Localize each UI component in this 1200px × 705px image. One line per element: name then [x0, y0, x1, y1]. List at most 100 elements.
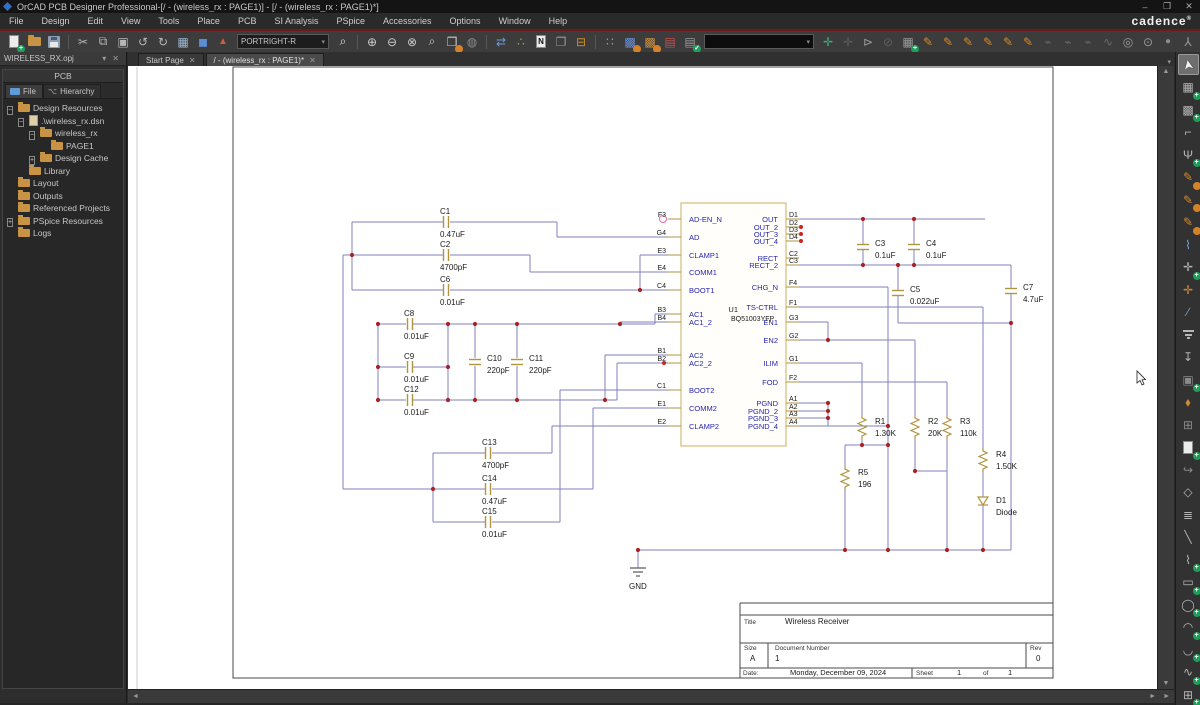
tree-item-outputs[interactable]: Outputs [5, 189, 123, 203]
select-cursor-icon[interactable]: ➤ [1177, 54, 1199, 75]
place-part-db-icon[interactable]: ▩ + [1178, 99, 1200, 122]
drc-warning-icon[interactable]: ▲ [214, 33, 232, 51]
ghost-tool-icon[interactable]: ✛ [839, 33, 857, 51]
panel-tab-file[interactable]: File [5, 84, 43, 98]
scroll-right-arrow[interactable]: ► [1149, 693, 1156, 700]
tree-item-wireless-rx[interactable]: − wireless_rx [5, 127, 123, 140]
chevron-down-icon[interactable]: ▾ [800, 38, 810, 46]
resistor-r4[interactable] [977, 448, 989, 472]
junction-cross-icon[interactable]: ✛ [1178, 279, 1199, 300]
place-ground-icon[interactable] [1178, 324, 1199, 345]
redo-icon[interactable]: ↻ [154, 33, 172, 51]
draw-arc-icon[interactable]: ◠ + [1178, 617, 1200, 640]
bus-entry-icon[interactable]: ∕ [1178, 302, 1199, 323]
menu-design[interactable]: Design [33, 13, 79, 29]
draw-text-icon[interactable]: ⊞ + [1178, 684, 1200, 705]
probe-vdiff-icon[interactable]: ✎ [939, 33, 957, 51]
probe-w-icon[interactable]: ✎ [979, 33, 997, 51]
doc-tab-active[interactable]: / - (wireless_rx : PAGE1)* ✕ [205, 53, 324, 66]
place-wire-icon[interactable]: ⌐ [1178, 122, 1199, 143]
menu-place[interactable]: Place [188, 13, 229, 29]
doc-tab[interactable]: Start Page ✕ [138, 53, 204, 66]
draw-line-icon[interactable]: ╲ [1178, 527, 1199, 548]
copy-icon[interactable]: ⧉ [94, 33, 112, 51]
draw-polyline-icon[interactable]: ⌇ + [1178, 549, 1200, 572]
save-icon[interactable] [45, 33, 63, 51]
wand-icon[interactable]: ✛ [819, 33, 837, 51]
search-icon[interactable]: ⌕ [334, 33, 352, 51]
menu-pcb[interactable]: PCB [229, 13, 266, 29]
cart-icon[interactable]: ⊟ [572, 33, 590, 51]
vertical-scrollbar[interactable]: ▲ ▼ [1157, 66, 1174, 689]
zoom-fit-icon[interactable]: ⊗ [403, 33, 421, 51]
place-net-group-icon[interactable]: Ψ + [1178, 144, 1200, 167]
place-junction-icon[interactable]: ✛ + [1178, 257, 1200, 280]
tree-item-logs[interactable]: Logs [5, 227, 123, 240]
panel-collapse-button[interactable]: ▾ [99, 54, 109, 63]
ieee-symbol-icon[interactable]: ≣ [1178, 504, 1199, 525]
draw-rect-icon[interactable]: ▭ + [1178, 572, 1200, 595]
tree-item-pspice-resources[interactable]: + PSpice Resources [5, 214, 123, 228]
resistor-r2[interactable] [909, 415, 921, 439]
net-dots-icon[interactable]: ∴ [512, 33, 530, 51]
marker-3-icon[interactable]: ⌁ [1079, 33, 1097, 51]
part-tan-icon[interactable]: ▩ [641, 33, 661, 52]
signal-combo[interactable]: ▾ [704, 34, 814, 49]
draw-arc2-icon[interactable]: ◡ + [1178, 639, 1200, 662]
place-part-icon[interactable]: ▦ + [1178, 77, 1200, 100]
tree-item-page1[interactable]: PAGE1 [5, 139, 123, 153]
tree-spacer[interactable] [7, 204, 16, 213]
menu-help[interactable]: Help [540, 13, 577, 29]
pin-grid-icon[interactable]: ∷ [601, 33, 619, 51]
draw-bezier-icon[interactable]: ∿ + [1178, 662, 1200, 685]
menu-view[interactable]: View [112, 13, 149, 29]
shade-icon[interactable]: ◍ [463, 33, 481, 51]
panel-close-button[interactable]: ✕ [109, 54, 122, 63]
select-mode-icon[interactable]: ◼ [194, 33, 212, 51]
menu-file[interactable]: File [0, 13, 33, 29]
poly-diamond-icon[interactable]: ◇ [1178, 482, 1199, 503]
horizontal-scrollbar[interactable]: ◄ ► ► [128, 689, 1174, 703]
tree-item-layout[interactable]: Layout [5, 177, 123, 190]
draw-ellipse-icon[interactable]: ◯ + [1178, 594, 1200, 617]
zoom-out-icon[interactable]: ⊖ [383, 33, 401, 51]
menu-edit[interactable]: Edit [79, 13, 113, 29]
zoom-in-icon[interactable]: ⊕ [363, 33, 381, 51]
marker-1-icon[interactable]: ⌁ [1039, 33, 1057, 51]
tree-spacer[interactable] [7, 191, 16, 200]
target-icon[interactable]: ◎ [1119, 33, 1137, 51]
net-alias-3-icon[interactable]: ✎ [1178, 212, 1200, 235]
minimize-button[interactable]: – [1134, 2, 1156, 12]
probe-i-icon[interactable]: ✎ [959, 33, 977, 51]
drop-icon[interactable]: ● [1159, 33, 1177, 51]
net-alias-2-icon[interactable]: ✎ [1178, 189, 1200, 212]
menu-accessories[interactable]: Accessories [374, 13, 441, 29]
menu-window[interactable]: Window [490, 13, 540, 29]
chip-add-icon[interactable]: ▦ + [899, 33, 919, 52]
tree-item-design-cache[interactable]: + Design Cache [5, 152, 123, 165]
close-icon[interactable]: ✕ [309, 56, 316, 65]
portrait-combo[interactable]: PORTRIGHT-R ▾ [237, 34, 329, 49]
expand-box-icon[interactable]: + [29, 154, 38, 165]
new-page-icon[interactable]: + [1178, 437, 1200, 460]
probe-v-icon[interactable]: ✎ [919, 33, 937, 51]
place-power-icon[interactable]: ↧ [1178, 347, 1199, 368]
menu-pspice[interactable]: PSpice [327, 13, 374, 29]
cut-icon[interactable]: ✂ [74, 33, 92, 51]
probe-t-icon[interactable]: ✎ [999, 33, 1017, 51]
open-file-icon[interactable] [25, 33, 43, 51]
off-page-tag-icon[interactable]: ⬧ [1178, 392, 1199, 413]
menu-options[interactable]: Options [441, 13, 490, 29]
collapse-box-icon[interactable]: − [18, 116, 27, 128]
grid-icon[interactable]: ▦ [174, 33, 192, 51]
close-icon[interactable]: ✕ [189, 56, 196, 65]
resistor-r1[interactable] [856, 415, 868, 439]
tree-spacer[interactable] [7, 179, 16, 188]
resistor-r3[interactable] [941, 415, 953, 439]
hier-icon[interactable]: ⅄ [1179, 33, 1197, 51]
tree-spacer[interactable] [40, 141, 49, 150]
collapse-box-icon[interactable]: − [29, 129, 38, 140]
schematic-canvas[interactable]: F3 AD-EN_N G4 AD E3 CLAMP1 E4 COMM1 C4 BOOT1 B3 AC1… [128, 66, 1157, 689]
expand-box-icon[interactable]: + [7, 216, 16, 228]
tab-overflow-icon[interactable]: ▾ [1167, 58, 1175, 66]
